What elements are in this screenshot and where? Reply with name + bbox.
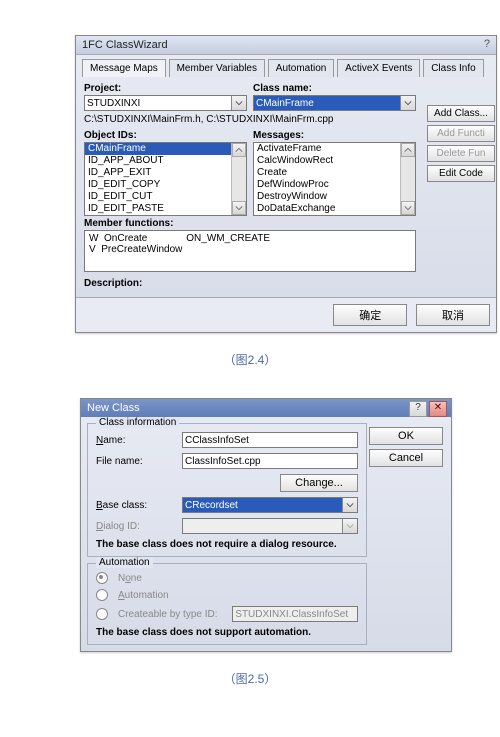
newclass-dialog: New Class ? ✕ OK Cancel Class informatio… <box>80 398 452 652</box>
tab-message-maps[interactable]: Message Maps <box>82 59 166 77</box>
list-item[interactable]: GetActiveDocument <box>254 215 415 216</box>
ok-button[interactable]: OK <box>369 427 443 445</box>
list-item[interactable]: ID_APP_ABOUT <box>85 155 246 167</box>
objectids-list[interactable]: CMainFrame ID_APP_ABOUT ID_APP_EXIT ID_E… <box>84 142 247 216</box>
add-function-button: Add Functi <box>427 125 495 142</box>
dialogid-label: Dialog ID: <box>96 521 176 532</box>
name-label: Name: <box>96 435 176 446</box>
scrollbar[interactable] <box>400 143 415 215</box>
radio-none <box>96 572 108 584</box>
cancel-button[interactable]: 取消 <box>416 304 490 326</box>
list-item[interactable]: ID_EDIT_COPY <box>85 179 246 191</box>
scrollbar[interactable] <box>231 143 246 215</box>
tab-member-variables[interactable]: Member Variables <box>169 59 265 77</box>
titlebar: New Class ? ✕ <box>81 399 451 417</box>
list-item[interactable]: Create <box>254 167 415 179</box>
titlebar: 1FC ClassWizard ? <box>76 36 496 55</box>
name-input[interactable]: CClassInfoSet <box>182 432 358 448</box>
list-item[interactable]: CalcWindowRect <box>254 155 415 167</box>
filename-label: File name: <box>96 456 176 467</box>
scroll-down-icon[interactable] <box>232 201 246 215</box>
help-icon[interactable]: ? <box>484 38 490 50</box>
chevron-down-icon[interactable] <box>400 96 415 110</box>
baseclass-combo[interactable]: CRecordset <box>182 497 358 513</box>
list-item[interactable]: W OnCreate ON_WM_CREATE <box>89 233 411 244</box>
baseclass-label: Base class: <box>96 500 176 511</box>
note-text: The base class does not support automati… <box>96 627 358 638</box>
chevron-down-icon[interactable] <box>342 498 357 512</box>
tab-automation[interactable]: Automation <box>268 59 335 77</box>
scroll-down-icon[interactable] <box>401 201 415 215</box>
file-path: C:\STUDXINXI\MainFrm.h, C:\STUDXINXI\Mai… <box>84 114 416 125</box>
messages-label: Messages: <box>253 130 416 141</box>
list-item[interactable]: DoDataExchange <box>254 203 415 215</box>
list-item[interactable]: ActivateFrame <box>254 143 415 155</box>
createable-label: Createable by type ID: <box>118 609 218 620</box>
objectids-label: Object IDs: <box>84 130 247 141</box>
ok-button[interactable]: 确定 <box>333 304 407 326</box>
filename-input[interactable]: ClassInfoSet.cpp <box>182 453 358 469</box>
tab-activex-events[interactable]: ActiveX Events <box>337 59 420 77</box>
radio-automation <box>96 589 108 601</box>
dialog-buttons: OK Cancel <box>363 427 443 471</box>
help-icon[interactable]: ? <box>409 401 427 417</box>
list-item[interactable]: DestroyWindow <box>254 191 415 203</box>
side-buttons: Add Class... Add Functi Delete Fun Edit … <box>427 105 497 185</box>
note-text: The base class does not require a dialog… <box>96 539 358 550</box>
automation-label: Automation <box>118 590 169 601</box>
classname-label: Class name: <box>253 83 416 94</box>
automation-group: Automation None Automation Createable by… <box>87 563 367 645</box>
list-item[interactable]: V PreCreateWindow <box>89 244 411 255</box>
cancel-button[interactable]: Cancel <box>369 449 443 467</box>
messages-list[interactable]: ActivateFrame CalcWindowRect Create DefW… <box>253 142 416 216</box>
classname-combo[interactable]: CMainFrame <box>253 95 416 111</box>
classname-value: CMainFrame <box>256 98 314 109</box>
tab-class-info[interactable]: Class Info <box>423 59 483 77</box>
list-item[interactable]: DefWindowProc <box>254 179 415 191</box>
dialogid-combo <box>182 518 358 534</box>
chevron-down-icon <box>342 519 357 533</box>
list-item[interactable]: ID_EDIT_CUT <box>85 191 246 203</box>
list-item[interactable]: ID_EDIT_PASTE <box>85 203 246 215</box>
list-item[interactable]: ID_EDIT_UNDO <box>85 215 246 216</box>
classwizard-dialog: 1FC ClassWizard ? Message Maps Member Va… <box>75 35 497 333</box>
description-label: Description: <box>84 278 416 289</box>
title-text: 1FC ClassWizard <box>82 39 168 51</box>
memberfunctions-list[interactable]: W OnCreate ON_WM_CREATE V PreCreateWindo… <box>84 230 416 272</box>
scroll-up-icon[interactable] <box>401 143 415 157</box>
list-item[interactable]: CMainFrame <box>85 143 246 155</box>
edit-code-button[interactable]: Edit Code <box>427 165 495 182</box>
button-bar: 确定 取消 <box>76 297 496 332</box>
project-combo[interactable]: STUDXINXI <box>84 95 247 111</box>
radio-createable <box>96 608 108 620</box>
list-item[interactable]: ID_APP_EXIT <box>85 167 246 179</box>
title-text: New Class <box>87 402 140 414</box>
project-value: STUDXINXI <box>87 98 140 109</box>
project-label: Project: <box>84 83 247 94</box>
group-title: Automation <box>96 557 153 568</box>
figure-caption: （图2.4） <box>20 351 480 368</box>
none-label: None <box>118 573 142 584</box>
delete-function-button: Delete Fun <box>427 145 495 162</box>
memberfunctions-label: Member functions: <box>84 218 416 229</box>
scroll-up-icon[interactable] <box>232 143 246 157</box>
close-icon[interactable]: ✕ <box>429 401 447 417</box>
add-class-button[interactable]: Add Class... <box>427 105 495 122</box>
group-title: Class information <box>96 417 179 428</box>
tab-strip: Message Maps Member Variables Automation… <box>76 55 496 77</box>
classinfo-group: Class information Name: CClassInfoSet Fi… <box>87 423 367 557</box>
chevron-down-icon[interactable] <box>231 96 246 110</box>
figure-caption: （图2.5） <box>20 670 480 687</box>
change-button[interactable]: Change... <box>280 474 358 492</box>
typeid-input: STUDXINXI.ClassInfoSet <box>232 606 358 622</box>
